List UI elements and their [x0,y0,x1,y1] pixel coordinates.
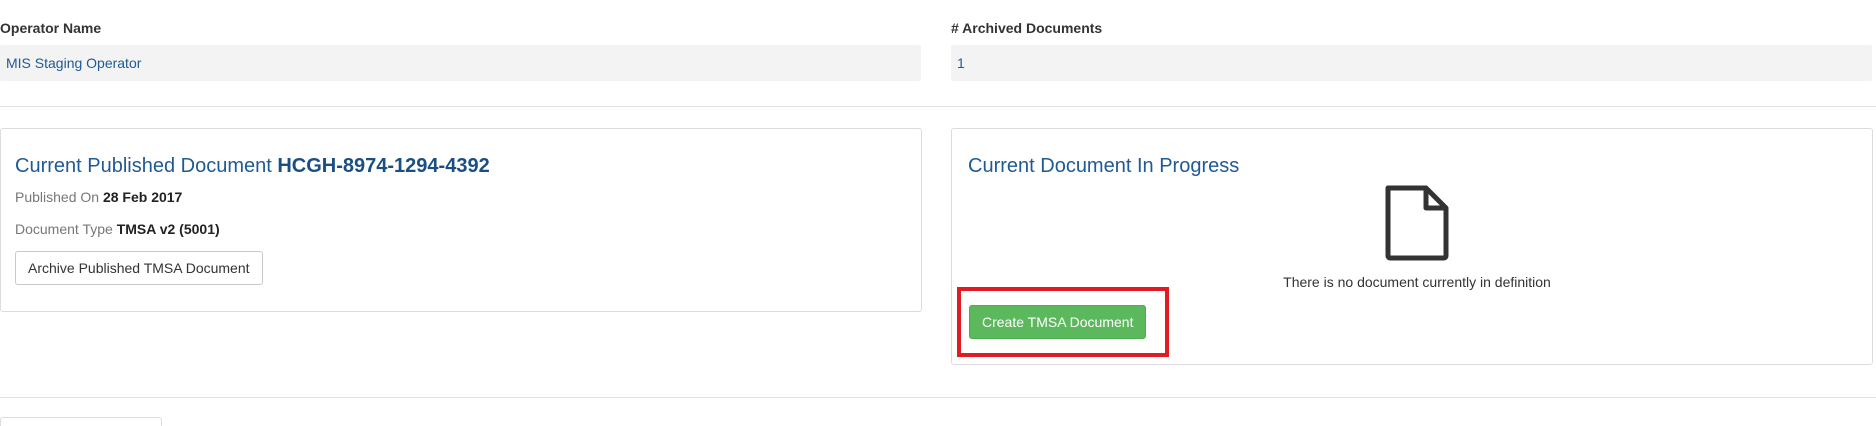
published-on-value: 28 Feb 2017 [102,189,183,205]
operator-name-label: Operator Name [0,20,102,36]
operator-name-field: MIS Staging Operator [0,45,921,81]
document-type-row: Document Type TMSA v2 (5001) [15,221,220,237]
published-document-id: HCGH-8974-1294-4392 [277,155,490,177]
file-icon [1385,185,1449,261]
published-title-prefix: Current Published Document [15,155,272,177]
divider-bottom [0,397,1876,398]
archive-published-button[interactable]: Archive Published TMSA Document [15,251,263,285]
empty-document-message: There is no document currently in defini… [1283,274,1551,290]
published-document-panel: Current Published Document HCGH-8974-129… [0,128,922,312]
published-panel-title: Current Published Document HCGH-8974-129… [15,155,490,178]
archived-documents-label: # Archived Documents [951,20,1103,36]
divider-top [0,106,1876,107]
published-on-label: Published On [15,189,100,205]
document-type-label: Document Type [15,221,113,237]
document-type-value: TMSA v2 (5001) [116,221,220,237]
in-progress-title: Current Document In Progress [968,155,1240,177]
create-tmsa-document-button[interactable]: Create TMSA Document [969,305,1147,339]
bottom-panel-edge [0,417,162,426]
archived-documents-field: 1 [951,45,1872,81]
published-on-row: Published On 28 Feb 2017 [15,189,182,205]
